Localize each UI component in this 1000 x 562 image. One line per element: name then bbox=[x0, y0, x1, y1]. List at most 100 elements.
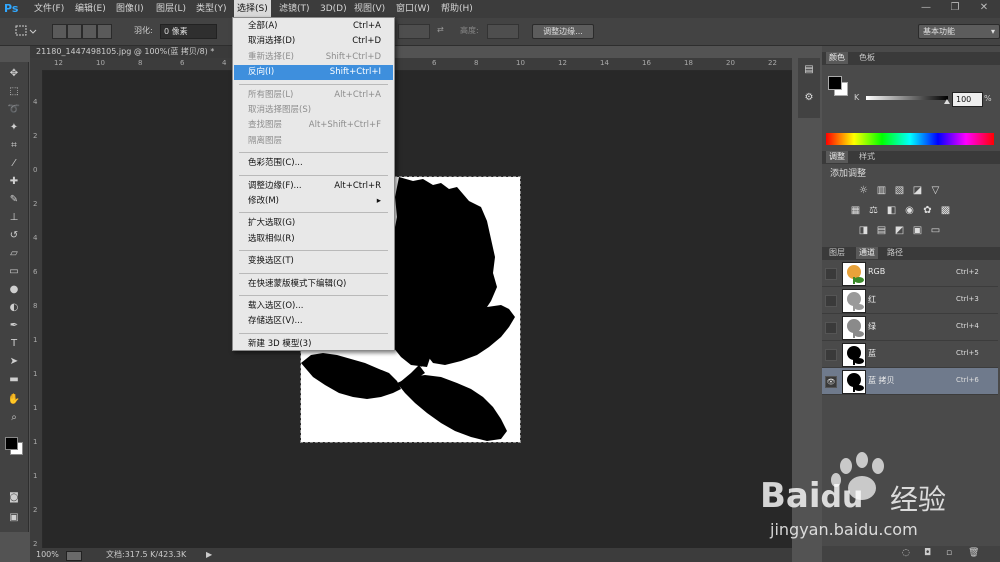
selective-color-icon[interactable]: ▣ bbox=[912, 226, 923, 236]
select-menu-item[interactable]: 载入选区(O)... bbox=[234, 299, 393, 314]
dodge-tool-icon[interactable]: ◐ bbox=[4, 300, 24, 316]
menu-3[interactable]: 图层(L) bbox=[153, 0, 189, 18]
type-tool-icon[interactable]: T bbox=[4, 336, 24, 352]
menu-6[interactable]: 滤镜(T) bbox=[276, 0, 313, 18]
channel-row[interactable]: RGB Ctrl+2 bbox=[822, 260, 998, 287]
exposure-icon[interactable]: ◪ bbox=[912, 186, 923, 196]
hue-saturation-icon[interactable]: ▦ bbox=[850, 206, 861, 216]
screen-mode-icon[interactable]: ▣ bbox=[4, 510, 24, 526]
refine-edge-button[interactable]: 调整边缘... bbox=[532, 24, 594, 39]
select-menu-item[interactable]: 选取相似(R) bbox=[234, 232, 393, 247]
eyedropper-icon[interactable]: ⁄ bbox=[4, 156, 24, 172]
k-slider[interactable] bbox=[866, 96, 948, 100]
channel-mixer-icon[interactable]: ✿ bbox=[922, 206, 933, 216]
channel-row[interactable]: 红 Ctrl+3 bbox=[822, 287, 998, 314]
select-menu-item[interactable]: 修改(M) ▸ bbox=[234, 194, 393, 209]
rectangular-marquee-icon[interactable]: ⬚ bbox=[4, 84, 24, 100]
document-tab[interactable]: 21180_1447498105.jpg @ 100%(蓝 拷贝/8) * × bbox=[30, 46, 258, 58]
visibility-eye-icon[interactable] bbox=[825, 295, 837, 307]
zoom-tool-icon[interactable]: ⌕ bbox=[4, 410, 24, 426]
crop-tool-icon[interactable]: ⌗ bbox=[4, 138, 24, 154]
select-menu-item[interactable]: 反向(I) Shift+Ctrl+I bbox=[234, 65, 393, 81]
path-selection-icon[interactable]: ➤ bbox=[4, 354, 24, 370]
clone-stamp-icon[interactable]: ⊥ bbox=[4, 210, 24, 226]
restore-button[interactable]: ❐ bbox=[941, 0, 969, 16]
status-icon[interactable] bbox=[66, 551, 82, 561]
select-menu-item[interactable]: 色彩范围(C)... bbox=[234, 156, 393, 171]
levels-icon[interactable]: ▥ bbox=[876, 186, 887, 196]
menu-1[interactable]: 编辑(E) bbox=[72, 0, 109, 18]
k-value-input[interactable]: 100 bbox=[952, 92, 983, 107]
menu-7[interactable]: 3D(D) bbox=[317, 0, 350, 18]
zoom-level[interactable]: 100% bbox=[36, 548, 59, 562]
select-menu-item[interactable]: 扩大选取(G) bbox=[234, 216, 393, 231]
tab-channels[interactable]: 通道 bbox=[856, 247, 878, 259]
marquee-tool-preset-icon[interactable] bbox=[14, 24, 38, 38]
blur-tool-icon[interactable]: ● bbox=[4, 282, 24, 298]
properties-panel-icon[interactable]: ⚙ bbox=[802, 92, 816, 106]
foreground-color-swatch[interactable] bbox=[828, 76, 842, 90]
subtract-selection-icon[interactable] bbox=[82, 24, 97, 39]
healing-brush-icon[interactable]: ✚ bbox=[4, 174, 24, 190]
menu-0[interactable]: 文件(F) bbox=[31, 0, 67, 18]
brush-tool-icon[interactable]: ✎ bbox=[4, 192, 24, 208]
menu-5[interactable]: 选择(S) bbox=[234, 0, 271, 18]
menu-2[interactable]: 图像(I) bbox=[113, 0, 147, 18]
tab-adjustments[interactable]: 调整 bbox=[826, 151, 848, 163]
width-input[interactable] bbox=[398, 24, 430, 39]
select-menu-item[interactable]: 全部(A) Ctrl+A bbox=[234, 19, 393, 34]
select-menu-item[interactable]: 变换选区(T) bbox=[234, 254, 393, 269]
magic-wand-icon[interactable]: ✦ bbox=[4, 120, 24, 136]
status-menu-arrow[interactable]: ▶ bbox=[206, 548, 212, 562]
select-menu-item[interactable]: 在快速蒙版模式下编辑(Q) bbox=[234, 277, 393, 292]
minimize-button[interactable]: — bbox=[912, 0, 940, 16]
eraser-tool-icon[interactable]: ▱ bbox=[4, 246, 24, 262]
gradient-map-icon[interactable]: ▭ bbox=[930, 226, 941, 236]
new-selection-icon[interactable] bbox=[52, 24, 67, 39]
color-balance-icon[interactable]: ⚖ bbox=[868, 206, 879, 216]
tab-swatches[interactable]: 色板 bbox=[856, 52, 878, 64]
menu-8[interactable]: 视图(V) bbox=[351, 0, 388, 18]
lasso-tool-icon[interactable]: ➰ bbox=[4, 102, 24, 118]
height-input[interactable] bbox=[487, 24, 519, 39]
add-to-selection-icon[interactable] bbox=[67, 24, 82, 39]
quick-mask-icon[interactable]: ◙ bbox=[4, 490, 24, 506]
visibility-eye-icon[interactable]: 👁 bbox=[825, 376, 837, 388]
invert-icon[interactable]: ◨ bbox=[858, 226, 869, 236]
tab-color[interactable]: 颜色 bbox=[826, 52, 848, 64]
pen-tool-icon[interactable]: ✒ bbox=[4, 318, 24, 334]
history-brush-icon[interactable]: ↺ bbox=[4, 228, 24, 244]
visibility-eye-icon[interactable] bbox=[825, 268, 837, 280]
rectangle-shape-icon[interactable]: ▬ bbox=[4, 372, 24, 388]
swap-icon[interactable]: ⇄ bbox=[437, 24, 444, 36]
visibility-eye-icon[interactable] bbox=[825, 349, 837, 361]
black-white-icon[interactable]: ◧ bbox=[886, 206, 897, 216]
posterize-icon[interactable]: ▤ bbox=[876, 226, 887, 236]
history-panel-icon[interactable]: ▤ bbox=[802, 64, 816, 78]
select-menu-item[interactable]: 取消选择(D) Ctrl+D bbox=[234, 34, 393, 49]
feather-input[interactable]: 0 像素 bbox=[160, 24, 217, 39]
select-menu-item[interactable]: 存储选区(V)... bbox=[234, 314, 393, 329]
select-menu-item[interactable]: 调整边缘(F)... Alt+Ctrl+R bbox=[234, 179, 393, 194]
vibrance-icon[interactable]: ▽ bbox=[930, 186, 941, 196]
channel-row[interactable]: 蓝 Ctrl+5 bbox=[822, 341, 998, 368]
photo-filter-icon[interactable]: ◉ bbox=[904, 206, 915, 216]
slider-handle-icon[interactable] bbox=[944, 99, 950, 104]
channel-row[interactable]: 👁 蓝 拷贝 Ctrl+6 bbox=[822, 368, 998, 395]
intersect-selection-icon[interactable] bbox=[97, 24, 112, 39]
move-tool-icon[interactable]: ✥ bbox=[4, 66, 24, 82]
color-lookup-icon[interactable]: ▩ bbox=[940, 206, 951, 216]
channel-row[interactable]: 绿 Ctrl+4 bbox=[822, 314, 998, 341]
color-spectrum-bar[interactable] bbox=[826, 133, 994, 145]
tab-styles[interactable]: 样式 bbox=[856, 151, 878, 163]
tab-paths[interactable]: 路径 bbox=[884, 247, 906, 259]
menu-10[interactable]: 帮助(H) bbox=[438, 0, 476, 18]
color-swatches-icon[interactable] bbox=[4, 434, 24, 458]
threshold-icon[interactable]: ◩ bbox=[894, 226, 905, 236]
tab-layers[interactable]: 图层 bbox=[826, 247, 848, 259]
select-menu-item[interactable]: 新建 3D 模型(3) bbox=[234, 337, 393, 352]
close-window-button[interactable]: ✕ bbox=[970, 0, 998, 16]
menu-9[interactable]: 窗口(W) bbox=[393, 0, 433, 18]
visibility-eye-icon[interactable] bbox=[825, 322, 837, 334]
gradient-tool-icon[interactable]: ▭ bbox=[4, 264, 24, 280]
